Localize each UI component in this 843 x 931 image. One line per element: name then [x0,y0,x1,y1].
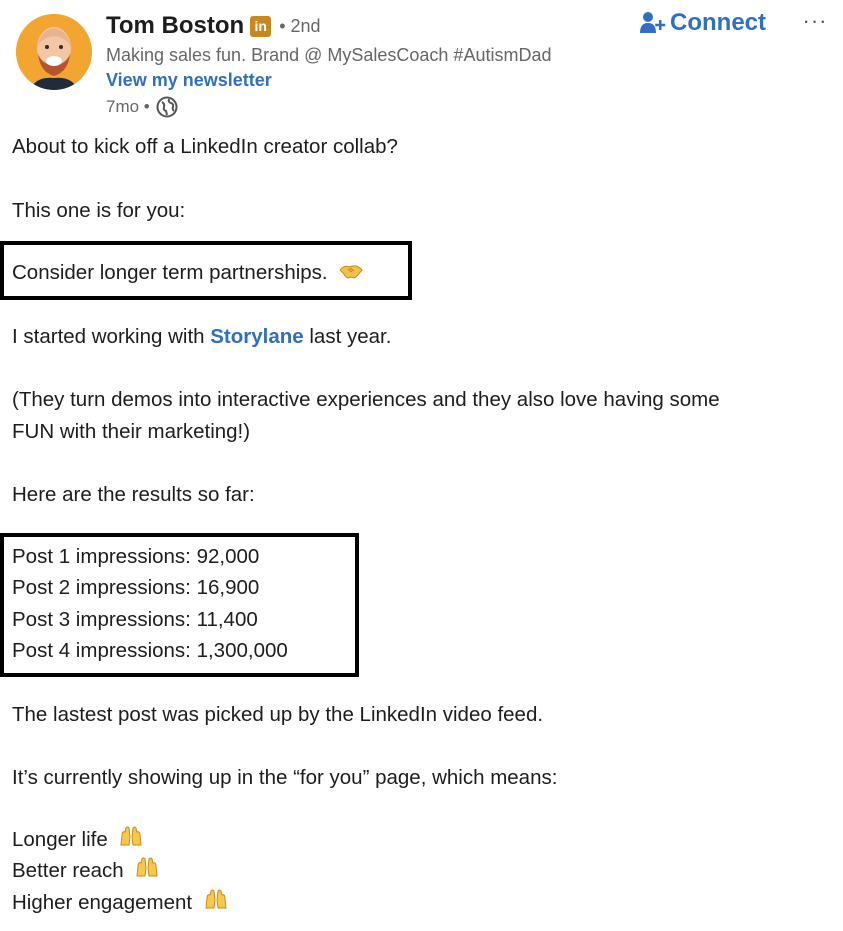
raising-hands-emoji-icon [204,888,228,919]
intro-line: About to kick off a LinkedIn creator col… [12,135,398,158]
avatar[interactable] [16,14,92,90]
connect-button[interactable]: Connect [640,9,766,37]
started-post: last year. [303,325,392,348]
add-person-icon [640,12,666,33]
longer-life-line: Longer life [12,824,143,856]
higher-engagement-line: Higher engagement [12,887,228,919]
linkedin-badge-icon: in [250,15,272,37]
consider-line: Consider longer term partnerships. [12,257,363,289]
author-name[interactable]: Tom Boston [106,12,244,40]
more-options-icon[interactable]: ··· [800,6,830,36]
raising-hands-emoji-icon [119,825,143,856]
consider-text: Consider longer term partnerships. [12,261,328,284]
post-3-impressions: Post 3 impressions: 11,400 [12,608,258,631]
raising-hands-emoji-icon [135,856,159,887]
author-name-row: Tom Boston in • 2nd [106,12,321,40]
lastest-line: The lastest post was picked up by the Li… [12,703,544,726]
post-4-impressions: Post 4 impressions: 1,300,000 [12,639,288,662]
globe-icon [156,96,178,118]
avatar-illustration [16,14,92,90]
connect-label: Connect [670,9,766,36]
author-headline: Making sales fun. Brand @ MySalesCoach #… [106,45,552,65]
post-1-impressions: Post 1 impressions: 92,000 [12,545,260,568]
connection-degree: • 2nd [279,15,321,36]
handshake-emoji-icon [339,258,363,289]
started-line: I started working with Storylane last ye… [12,321,391,352]
showing-line: It’s currently showing up in the “for yo… [12,766,558,789]
higher-engagement-text: Higher engagement [12,891,193,914]
paren-line-1: (They turn demos into interactive experi… [12,388,720,411]
started-pre: I started working with [12,325,211,348]
newsletter-link[interactable]: View my newsletter [106,70,272,91]
better-reach-line: Better reach [12,855,159,887]
post-2-impressions: Post 2 impressions: 16,900 [12,576,260,599]
longer-life-text: Longer life [12,828,108,851]
storylane-link[interactable]: Storylane [210,325,303,348]
paren-line-2: FUN with their marketing!) [12,420,251,443]
better-reach-text: Better reach [12,859,124,882]
post-meta: 7mo • [106,96,178,118]
for-you-line: This one is for you: [12,199,186,222]
results-line: Here are the results so far: [12,483,255,506]
post-time: 7mo • [106,97,150,116]
